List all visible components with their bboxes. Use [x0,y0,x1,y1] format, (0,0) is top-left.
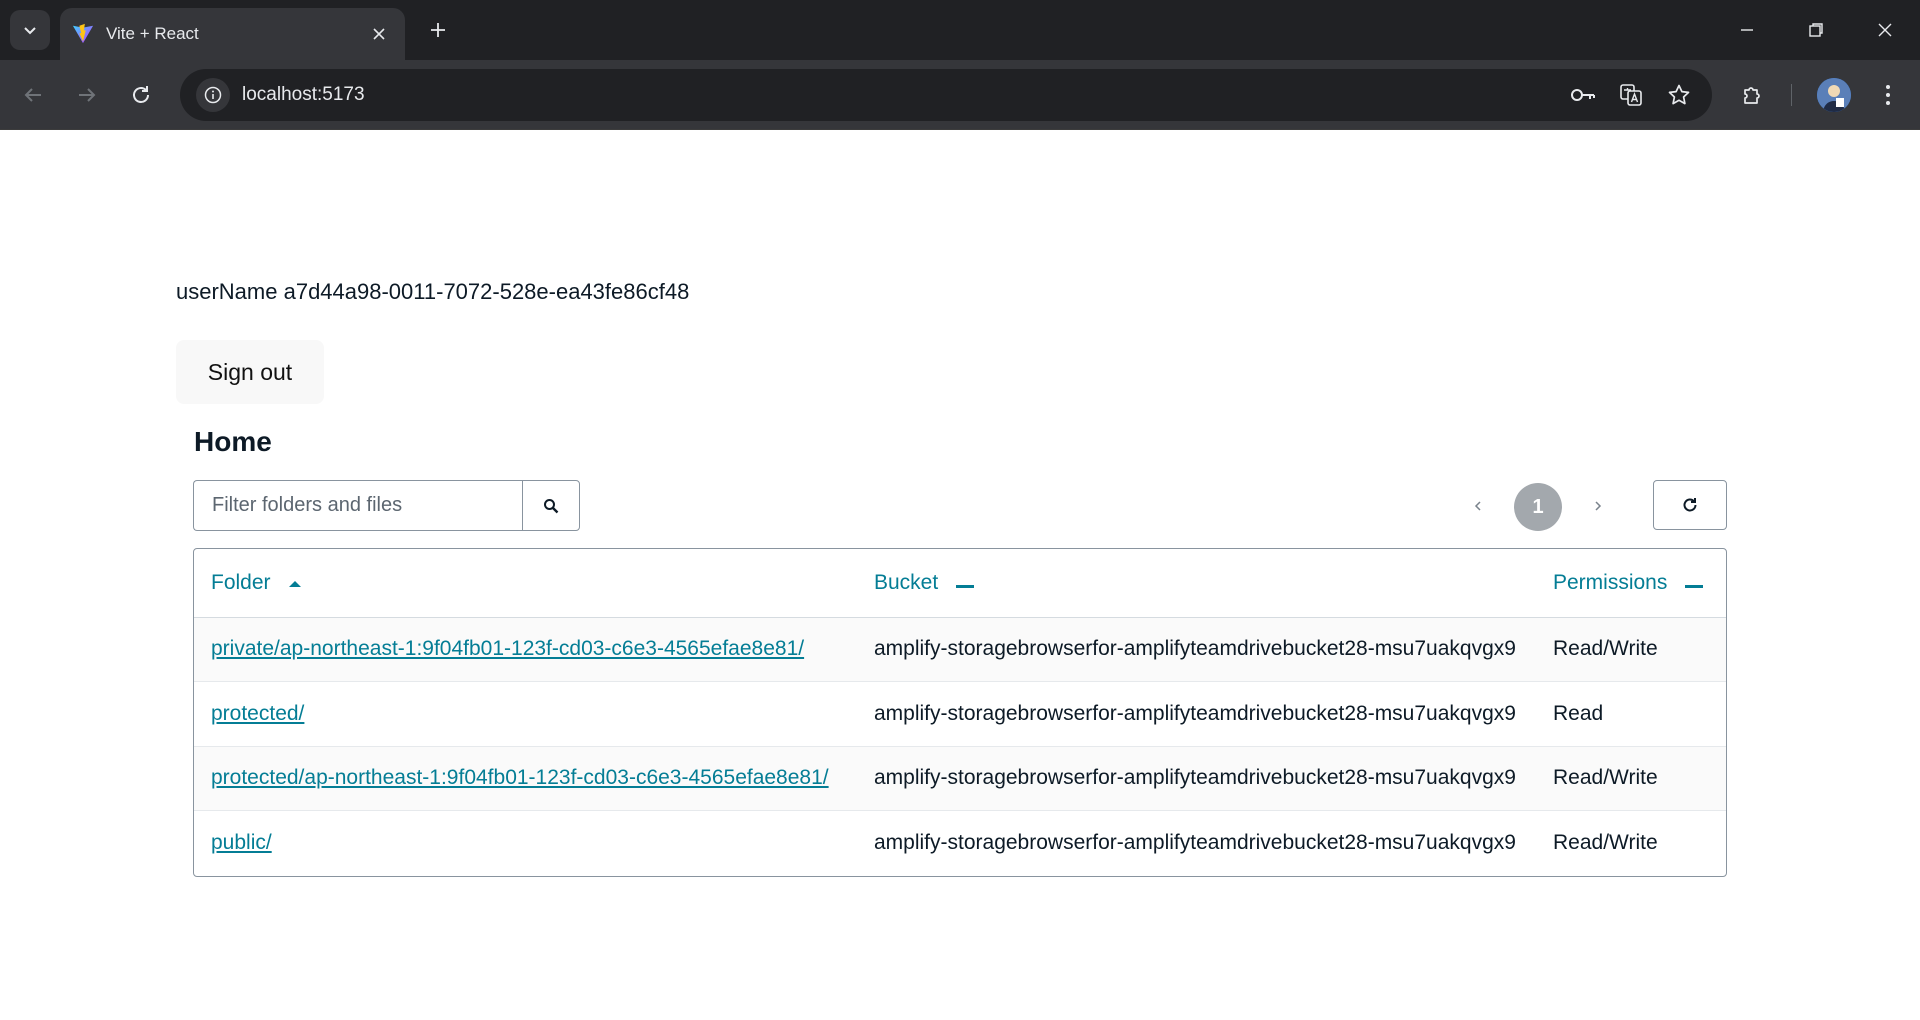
search-icon [544,498,559,513]
permissions-cell: Read/Write [1553,637,1658,661]
pagination-current-page[interactable]: 1 [1514,483,1562,531]
bucket-cell: amplify-storagebrowserfor-amplifyteamdri… [874,637,1516,661]
profile-avatar[interactable] [1817,78,1851,112]
bucket-cell: amplify-storagebrowserfor-amplifyteamdri… [874,831,1516,854]
plus-icon [431,23,445,37]
folder-link[interactable]: protected/ap-northeast-1:9f04fb01-123f-c… [211,766,829,789]
folder-cell: public/ [194,811,857,876]
close-icon [373,28,385,40]
page-title: Home [194,426,272,457]
folder-cell: private/ap-northeast-1:9f04fb01-123f-cd0… [194,617,857,682]
permissions-cell: Read/Write [1553,831,1658,854]
tab-title: Vite + React [106,24,199,43]
username-text: userName a7d44a98-0011-7072-528e-ea43fe8… [176,279,690,304]
folder-link[interactable]: protected/ [211,702,304,725]
forward-button[interactable] [68,76,106,114]
chevron-left-icon [1474,501,1481,511]
table-header-row: Folder Bucket Permissions [194,549,1726,617]
bookmark-button[interactable] [1662,78,1696,112]
tab-search-button[interactable] [10,10,50,50]
pagination-next-button[interactable] [1586,494,1610,518]
sort-ascending-icon [288,571,302,595]
reload-button[interactable] [122,76,160,114]
restore-icon [1809,23,1823,37]
search-button[interactable] [522,480,580,531]
sort-none-icon [956,571,975,595]
close-icon [1878,23,1892,37]
translate-icon [1620,84,1642,106]
folder-table: Folder Bucket Permissions private/ap-nor… [193,548,1727,877]
minimize-icon [1741,29,1753,31]
minimize-button[interactable] [1729,12,1765,48]
arrow-right-icon [79,88,96,102]
column-header-permissions[interactable]: Permissions [1536,549,1726,617]
bucket-cell: amplify-storagebrowserfor-amplifyteamdri… [874,766,1516,790]
column-header-label: Folder [211,570,271,594]
arrow-left-icon [24,88,41,102]
search-input[interactable] [193,480,522,531]
column-header-folder[interactable]: Folder [194,549,857,617]
password-key-button[interactable] [1566,78,1600,112]
extensions-button[interactable] [1734,76,1772,114]
folder-cell: protected/ap-northeast-1:9f04fb01-123f-c… [194,746,857,811]
table-row: protected/ amplify-storagebrowserfor-amp… [194,682,1726,747]
column-header-label: Permissions [1553,570,1668,594]
more-vertical-icon [1886,85,1890,105]
bucket-cell: amplify-storagebrowserfor-amplifyteamdri… [874,701,1516,725]
toolbar-divider [1791,84,1792,106]
star-icon [1668,84,1690,105]
browser-tab[interactable]: Vite + React [60,8,405,60]
refresh-icon [1683,498,1697,512]
folder-link[interactable]: private/ap-northeast-1:9f04fb01-123f-cd0… [211,637,804,660]
folder-cell: protected/ [194,682,857,747]
address-bar[interactable]: localhost:5173 [180,69,1712,121]
chevron-right-icon [1595,501,1602,511]
back-button[interactable] [14,76,52,114]
url-text: localhost:5173 [242,84,365,105]
new-tab-button[interactable] [422,14,454,46]
page-content: userName a7d44a98-0011-7072-528e-ea43fe8… [0,131,1920,1020]
puzzle-icon [1744,87,1760,104]
search-group [193,480,580,531]
sign-out-button[interactable]: Sign out [176,340,324,404]
tab-strip: Vite + React [0,0,1920,60]
browser-toolbar: localhost:5173 [0,60,1920,130]
info-icon [204,86,222,104]
table-row: private/ap-northeast-1:9f04fb01-123f-cd0… [194,617,1726,682]
restore-button[interactable] [1798,12,1834,48]
browser-menu-button[interactable] [1869,76,1907,114]
folder-link[interactable]: public/ [211,831,272,854]
user-avatar-icon [1817,78,1851,112]
permissions-cell: Read/Write [1553,766,1658,790]
tab-close-button[interactable] [367,22,391,46]
table-row: public/ amplify-storagebrowserfor-amplif… [194,811,1726,876]
column-header-label: Bucket [874,570,939,594]
vite-logo-icon [72,23,94,44]
column-header-bucket[interactable]: Bucket [857,549,1536,617]
close-window-button[interactable] [1867,12,1903,48]
refresh-button[interactable] [1653,480,1727,530]
sort-none-icon [1685,571,1704,595]
chevron-down-icon [24,27,36,35]
key-icon [1571,89,1595,101]
permissions-cell: Read [1553,701,1604,725]
table-row: protected/ap-northeast-1:9f04fb01-123f-c… [194,746,1726,811]
reload-icon [133,86,149,103]
translate-button[interactable] [1614,78,1648,112]
pagination-previous-button[interactable] [1466,494,1490,518]
site-info-button[interactable] [196,78,230,112]
